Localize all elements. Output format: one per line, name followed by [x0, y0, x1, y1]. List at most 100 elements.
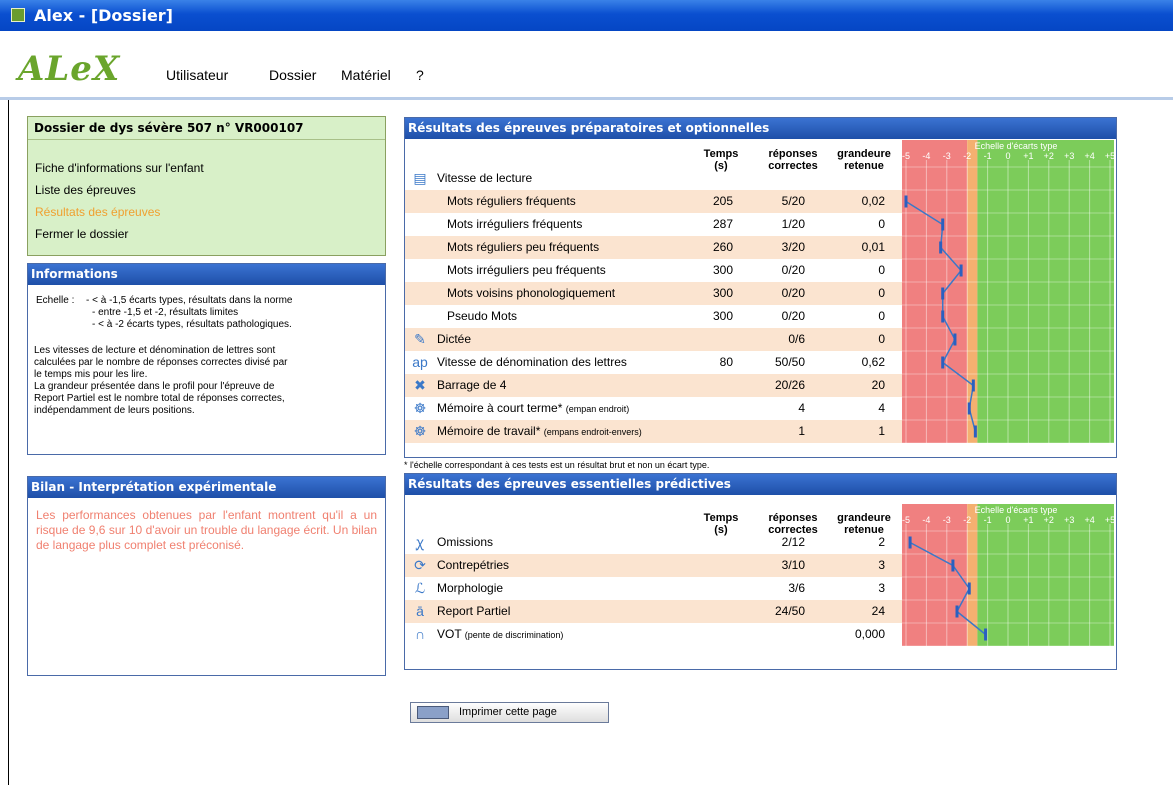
score-marker: [908, 536, 912, 549]
row-note: (pente de discrimination): [464, 630, 564, 640]
deviation-scale-chart: Echelle d'écarts type -5 -4 -3 -2 -1 0 +1 +2 +3 +4…: [902, 140, 1114, 443]
info-line: Report Partiel est le nombre total de ré…: [34, 393, 285, 404]
informations-panel: Informations Echelle : - < à -1,5 écarts…: [27, 263, 386, 455]
scale-tick-label: +5: [1105, 151, 1114, 161]
scale-tick-label: -5: [902, 515, 910, 525]
menu-dossier[interactable]: Dossier: [269, 67, 316, 83]
cell-grandeur: 24: [871, 604, 885, 618]
print-button[interactable]: Imprimer cette page: [410, 702, 609, 723]
menu-help[interactable]: ?: [416, 67, 424, 83]
pen-icon: ✎: [414, 331, 426, 347]
row-label: Mots réguliers peu fréquents: [447, 240, 599, 254]
cell-reponses: 0/20: [781, 263, 805, 277]
omission-icon: ꭕ: [416, 534, 424, 550]
cell-grandeur: 0,01: [861, 240, 885, 254]
info-line: le temps mis pour les lire.: [34, 369, 148, 380]
col-label: réponses: [768, 512, 818, 524]
cell-grandeur: 0: [878, 309, 885, 323]
scale-band: [977, 140, 1114, 443]
row-label-text: VOT: [437, 627, 462, 641]
row-note: (empan endroit): [565, 404, 630, 414]
row-label: Report Partiel: [437, 604, 510, 618]
row-label-text: Omissions: [437, 535, 494, 549]
row-label: Mots irréguliers fréquents: [447, 217, 582, 231]
link-resultats-epreuves[interactable]: Résultats des épreuves: [35, 205, 160, 219]
cell-reponses: 0/6: [788, 332, 805, 346]
cell-grandeur: 3: [878, 581, 885, 595]
table-row: Mots réguliers peu fréquents 260 3/20 0,01: [405, 236, 902, 259]
scale-tick-label: -5: [902, 151, 910, 161]
menu-materiel[interactable]: Matériel: [341, 67, 391, 83]
scale-tick-label: +4: [1084, 151, 1094, 161]
scale-tick-label: +3: [1064, 151, 1074, 161]
results-preparatoires-header: Résultats des épreuves préparatoires et …: [405, 118, 1116, 139]
headphones-icon: ∩: [414, 626, 426, 642]
cell-temps: 260: [712, 240, 733, 254]
table-row: ∩ VOT (pente de discrimination) 0,000: [405, 623, 902, 646]
row-label: Vitesse de lecture: [437, 171, 532, 185]
table-row: ▤ Vitesse de lecture: [405, 167, 902, 190]
scale-tick-label: +1: [1023, 515, 1033, 525]
window-titlebar: Alex - [Dossier]: [0, 0, 1173, 31]
scale-title: Echelle d'écarts type: [975, 505, 1058, 515]
row-label-text: Mots voisins phonologiquement: [447, 286, 616, 300]
scale-tick-label: +4: [1084, 515, 1094, 525]
row-note: (empans endroit-envers): [543, 427, 642, 437]
info-line: Les vitesses de lecture et dénomination …: [34, 345, 276, 356]
cell-temps: 300: [712, 286, 733, 300]
link-fermer-dossier[interactable]: Fermer le dossier: [35, 227, 128, 241]
cell-temps: 287: [712, 217, 733, 231]
score-marker: [941, 218, 945, 231]
results-essentielles-header: Résultats des épreuves essentielles préd…: [405, 474, 1116, 495]
cell-reponses: 3/6: [788, 581, 805, 595]
cell-reponses: 3/10: [781, 558, 805, 572]
cell-grandeur: 0: [878, 286, 885, 300]
bilan-text: Les performances obtenues par l'enfant m…: [36, 508, 377, 552]
row-label-text: Vitesse de dénomination des lettres: [437, 355, 627, 369]
cell-grandeur: 0,000: [854, 627, 885, 641]
score-marker: [955, 605, 959, 618]
table-row: ap Vitesse de dénomination des lettres 80 5…: [405, 351, 902, 374]
table-row: ⟳ Contrepétries 3/10 3: [405, 554, 902, 577]
cell-reponses: 0/20: [781, 309, 805, 323]
bilan-panel: Bilan - Interprétation expérimentale Les…: [27, 476, 386, 676]
bilan-header: Bilan - Interprétation expérimentale: [28, 477, 385, 498]
link-fiche-informations[interactable]: Fiche d'informations sur l'enfant: [35, 161, 204, 175]
scale-band: [977, 504, 1114, 646]
scale-band: [967, 140, 978, 443]
print-button-label: Imprimer cette page: [459, 706, 557, 718]
cell-temps: 300: [712, 263, 733, 277]
morpho-icon: ℒ: [414, 580, 426, 596]
col-label: grandeure: [837, 148, 891, 160]
score-marker: [941, 356, 945, 369]
printer-icon: [417, 706, 449, 719]
app-icon: [11, 8, 25, 22]
results-preparatoires-panel: Résultats des épreuves préparatoires et …: [404, 117, 1117, 458]
cell-reponses: 50/50: [774, 355, 805, 369]
cell-reponses: 4: [798, 401, 805, 415]
table-row: Mots réguliers fréquents 205 5/20 0,02: [405, 190, 902, 213]
row-label-text: Morphologie: [437, 581, 504, 595]
window-title: Alex - [Dossier]: [34, 6, 173, 25]
col-label: Temps: [703, 512, 739, 524]
info-line: La grandeur présentée dans le profil pou…: [34, 381, 275, 392]
alex-logo: ALeX: [18, 49, 121, 89]
row-label-text: Barrage de 4: [437, 378, 507, 392]
menu-utilisateur[interactable]: Utilisateur: [166, 67, 228, 83]
score-marker: [971, 379, 975, 392]
row-label: Mots irréguliers peu fréquents: [447, 263, 606, 277]
cell-reponses: 1: [798, 424, 805, 438]
table-row: ā Report Partiel 24/50 24: [405, 600, 902, 623]
scale-tick-label: -2: [963, 515, 971, 525]
scale-tick-label: +2: [1044, 151, 1054, 161]
link-liste-epreuves[interactable]: Liste des épreuves: [35, 183, 136, 197]
score-marker: [959, 264, 963, 277]
info-line: indépendamment de leurs positions.: [34, 405, 195, 416]
row-label-text: Mémoire de travail*: [437, 424, 541, 438]
score-marker: [984, 628, 988, 641]
row-label-text: Vitesse de lecture: [437, 171, 533, 185]
scale-tick-label: +1: [1023, 151, 1033, 161]
table-row: ꭕ Omissions 2/12 2: [405, 531, 902, 554]
score-marker: [939, 241, 943, 254]
table-row: Mots voisins phonologiquement 300 0/20 0: [405, 282, 902, 305]
